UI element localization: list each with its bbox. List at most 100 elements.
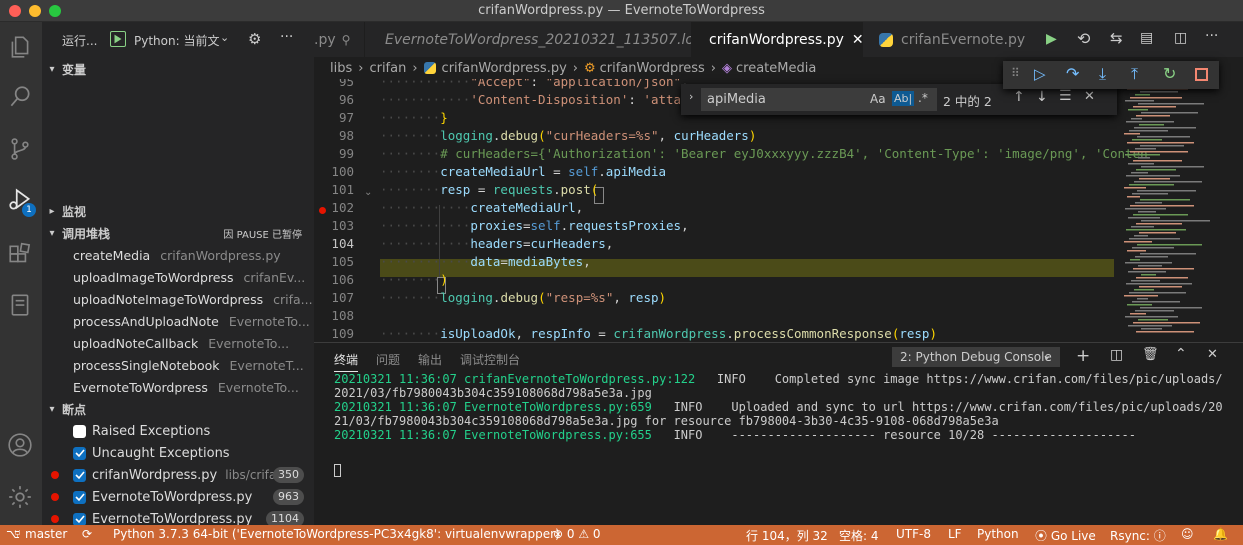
previous-match-icon[interactable]: ↑ (1013, 89, 1025, 105)
step-into-icon[interactable]: ⤓ (1099, 64, 1106, 84)
indentation[interactable]: 空格: 4 (839, 527, 879, 544)
history-icon[interactable]: ⟲ (1077, 29, 1090, 48)
match-word-toggle[interactable]: Ab| (892, 91, 915, 106)
extensions-icon[interactable] (5, 240, 35, 270)
restart-icon[interactable]: ↻ (1163, 64, 1176, 83)
breadcrumb-item[interactable]: libs (330, 61, 352, 76)
step-out-icon[interactable]: ⤒ (1131, 64, 1138, 84)
breadcrumb-item[interactable]: createMedia (736, 61, 816, 76)
breakpoint-item[interactable]: Uncaught Exceptions (42, 442, 314, 464)
maximize-panel-icon[interactable]: ⌃ (1175, 346, 1187, 362)
code-line: ············"Accept": "application/json"… (380, 79, 689, 89)
breakpoint-checkbox[interactable] (73, 424, 86, 438)
step-over-icon[interactable]: ↷ (1066, 64, 1079, 83)
breadcrumb-item[interactable]: crifanWordpress.py (442, 61, 567, 76)
split-editor-icon[interactable]: ◫ (1174, 30, 1187, 46)
tab-debug-console[interactable]: 调试控制台 (460, 351, 520, 368)
source-control-icon[interactable] (5, 134, 35, 164)
compare-icon[interactable]: ⇆ (1110, 29, 1123, 47)
close-panel-icon[interactable]: ✕ (1207, 347, 1218, 362)
tab-log-file[interactable]: EvernoteToWordpress_20210321_113507.log (364, 22, 703, 57)
breakpoint-item[interactable]: EvernoteToWordpress.py 1104 (42, 508, 314, 525)
close-tab-icon[interactable]: ✕ (852, 32, 864, 48)
accounts-icon[interactable] (5, 430, 35, 460)
minimap[interactable] (1114, 79, 1243, 341)
breakpoint-checkbox[interactable] (73, 468, 86, 482)
find-in-selection-icon[interactable]: ☰ (1059, 88, 1072, 104)
terminal-select[interactable]: 2: Python Debug Console ⌄ (892, 347, 1060, 367)
callstack-frame[interactable]: EvernoteToWordpress EvernoteTo... (42, 376, 314, 398)
callstack-section-header[interactable]: ▾ 调用堆栈 因 PAUSE 已暂停 (42, 222, 314, 244)
editor-tabs: .py ⚲ EvernoteToWordpress_20210321_113507… (314, 22, 1243, 57)
callstack-frame[interactable]: uploadImageToWordpress crifanEv... (42, 266, 314, 288)
breakpoint-item[interactable]: crifanWordpress.py libs/crifan 350 (42, 464, 314, 486)
end-of-line[interactable]: LF (948, 527, 962, 541)
code-line: ········} (380, 110, 448, 125)
gear-icon[interactable]: ⚙ (248, 30, 261, 48)
close-find-icon[interactable]: ✕ (1084, 89, 1095, 104)
trash-icon[interactable]: 🗑 (1142, 347, 1159, 362)
code-editor[interactable]: ⌄ 95 ············"Accept": "application/j… (314, 79, 1243, 341)
new-terminal-icon[interactable]: + (1076, 346, 1090, 366)
manage-gear-icon[interactable] (5, 482, 35, 512)
breakpoints-section-header[interactable]: ▾ 断点 (42, 398, 314, 420)
language-mode[interactable]: Python (977, 527, 1019, 541)
remote-explorer-icon[interactable] (5, 290, 35, 320)
callstack-frame[interactable]: processSingleNotebook EvernoteT... (42, 354, 314, 376)
run-file-icon[interactable]: ▶ (1046, 31, 1057, 47)
search-icon[interactable] (5, 82, 35, 112)
chevron-down-icon[interactable]: ⌄ (220, 31, 229, 44)
callstack-frame[interactable]: uploadNoteImageToWordpress crifa... (42, 288, 314, 310)
breakpoint-checkbox[interactable] (73, 446, 86, 460)
breakpoint-checkbox[interactable] (73, 512, 86, 525)
tab-crifanevernote[interactable]: crifanEvernote.py (869, 22, 1049, 57)
sync-icon[interactable]: ⟳ (82, 527, 92, 541)
match-case-toggle[interactable]: Aa (870, 92, 886, 106)
code-line: ············headers=curHeaders, (380, 236, 614, 251)
go-live-button[interactable]: ⦿ Go Live (1035, 527, 1096, 544)
notifications-bell-icon[interactable]: 🔔 (1213, 527, 1228, 541)
breadcrumb-item[interactable]: crifan (369, 61, 406, 76)
rsync-status[interactable]: Rsync: ⓘ (1110, 527, 1166, 544)
cursor-position[interactable]: 行 104，列 32 (746, 527, 828, 544)
tab-crifanwordpress[interactable]: crifanWordpress.py ✕ (691, 22, 864, 57)
debug-sidebar: 运行... Python: 当前文件 ⌄ ⚙ ··· ▾变量 ▸监视 ▾调用堆栈… (42, 22, 314, 525)
regex-toggle[interactable]: .* (918, 91, 928, 105)
callstack-frame[interactable]: processAndUploadNote EvernoteTo... (42, 310, 314, 332)
feedback-icon[interactable]: ☺ (1181, 527, 1194, 541)
python-interpreter[interactable]: Python 3.7.3 64-bit ('EvernoteToWordpres… (113, 527, 560, 541)
breadcrumb-item[interactable]: crifanWordpress (600, 61, 705, 76)
callstack-frame[interactable]: uploadNoteCallback EvernoteTo... (42, 332, 314, 354)
explorer-icon[interactable] (5, 32, 35, 62)
tab-previous-file[interactable]: .py ⚲ (304, 22, 362, 57)
continue-icon[interactable]: ▷ (1034, 65, 1046, 83)
more-actions-icon[interactable]: ··· (1205, 28, 1218, 44)
problems-indicator[interactable]: ⊗ 0 ⚠ 0 (553, 527, 601, 541)
toggle-replace-icon[interactable]: › (689, 90, 693, 103)
editor-area: .py ⚲ EvernoteToWordpress_20210321_113507… (314, 22, 1243, 525)
launch-config-select[interactable]: Python: 当前文件 (134, 32, 220, 49)
tab-terminal[interactable]: 终端 (334, 351, 359, 372)
breakpoint-item[interactable]: Raised Exceptions (42, 420, 314, 442)
next-match-icon[interactable]: ↓ (1036, 89, 1048, 105)
tab-problems[interactable]: 问题 (376, 351, 400, 368)
split-terminal-icon[interactable]: ◫ (1110, 347, 1123, 363)
drag-handle-icon[interactable]: ⠿ (1011, 66, 1020, 80)
more-actions-icon[interactable]: ··· (280, 29, 293, 45)
git-branch[interactable]: ⑂ master (14, 527, 67, 541)
breakpoint-checkbox[interactable] (73, 490, 86, 504)
variables-section-header[interactable]: ▾ 变量 (42, 58, 314, 80)
watch-section-header[interactable]: ▸ 监视 (42, 200, 314, 222)
callstack-frame[interactable]: createMedia crifanWordpress.py (42, 244, 314, 266)
fold-chevron-icon[interactable]: ⌄ (364, 187, 372, 198)
tab-output[interactable]: 输出 (418, 351, 442, 368)
start-debug-button[interactable] (110, 31, 126, 47)
frame-file: crifa... (273, 291, 313, 307)
open-preview-icon[interactable]: ▤ (1140, 30, 1153, 46)
find-input[interactable]: apiMedia Aa Ab| .* (701, 88, 937, 111)
encoding[interactable]: UTF-8 (896, 527, 931, 541)
paused-badge: 因 PAUSE 已暂停 (223, 229, 302, 241)
stop-icon[interactable] (1195, 68, 1208, 81)
breakpoint-label: EvernoteToWordpress.py (92, 511, 253, 526)
breakpoint-item[interactable]: EvernoteToWordpress.py 963 (42, 486, 314, 508)
